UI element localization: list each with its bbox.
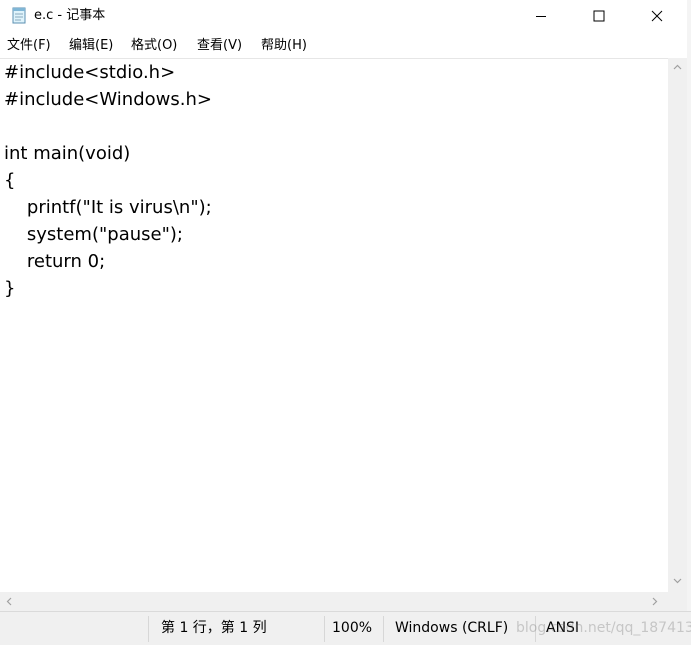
maximize-icon [593,10,605,22]
editor-line: #include<stdio.h> [4,62,176,83]
scroll-up-icon[interactable] [673,64,682,70]
close-icon [651,10,663,22]
scroll-left-icon[interactable] [6,597,12,606]
title-bar: e.c - 记事本 [0,0,691,33]
editor-line: int main(void) [4,143,131,164]
menu-view[interactable]: 查看(V) [197,38,242,54]
line-ending: Windows (CRLF) [395,620,509,636]
maximize-button[interactable] [570,0,628,32]
cursor-position: 第 1 行，第 1 列 [161,620,267,636]
notepad-icon [12,7,26,24]
text-editor[interactable]: #include<stdio.h> #include<Windows.h> in… [0,58,668,592]
menu-format[interactable]: 格式(O) [131,38,177,54]
editor-line: #include<Windows.h> [4,89,212,110]
menu-bar: 文件(F) 编辑(E) 格式(O) 查看(V) 帮助(H) [0,34,691,58]
status-divider [383,616,384,642]
horizontal-scrollbar[interactable] [0,592,668,611]
menu-edit[interactable]: 编辑(E) [69,38,113,54]
menu-file[interactable]: 文件(F) [7,38,51,54]
editor-line: return 0; [4,251,106,272]
editor-line: printf("It is virus\n"); [4,197,212,218]
status-divider [148,616,149,642]
status-bar: 第 1 行，第 1 列 100% Windows (CRLF) ANSI blo… [0,611,691,645]
minimize-icon [536,16,546,17]
menu-help[interactable]: 帮助(H) [261,38,307,54]
editor-line: } [4,278,16,299]
vertical-scroll-track[interactable] [670,76,685,570]
vertical-scrollbar[interactable] [668,58,687,592]
window-right-edge [687,0,691,645]
minimize-button[interactable] [512,0,570,32]
editor-line: system("pause"); [4,224,183,245]
scrollbar-corner [668,592,687,611]
editor-line: { [4,170,16,191]
close-button[interactable] [628,0,686,32]
window-title: e.c - 记事本 [34,8,106,23]
zoom-level: 100% [332,620,373,636]
watermark: blog.csdn.net/qq_18741387 [516,620,691,636]
scroll-down-icon[interactable] [673,578,682,584]
status-divider [324,616,325,642]
scroll-right-icon[interactable] [652,597,658,606]
